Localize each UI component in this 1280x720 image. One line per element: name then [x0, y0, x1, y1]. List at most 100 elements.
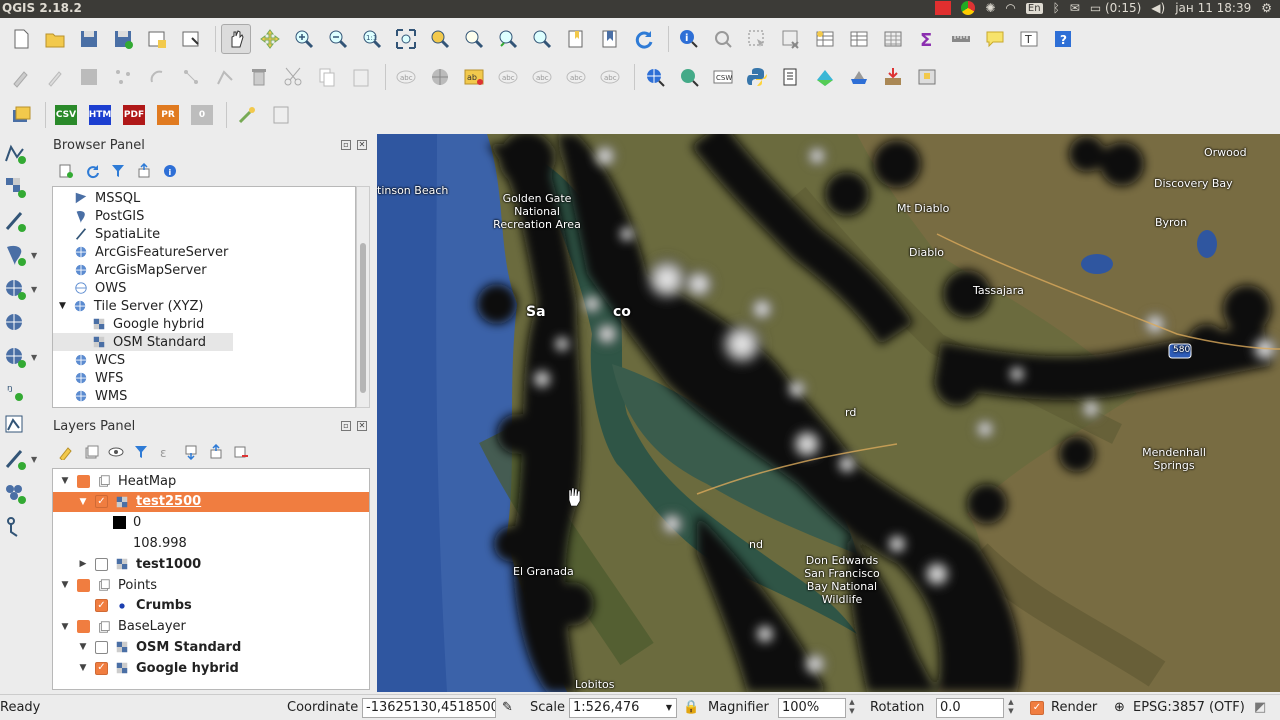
layer-group-row[interactable]: ▼ BaseLayer	[53, 617, 369, 637]
add-selected-layers-icon[interactable]	[58, 163, 74, 179]
export-pr-button[interactable]: PR	[153, 100, 183, 130]
lock-scale-icon[interactable]: 🔒	[683, 700, 699, 715]
zoom-full-icon[interactable]	[391, 24, 421, 54]
layer-row[interactable]: ▼ Google hybrid	[53, 658, 369, 678]
composer-manager-icon[interactable]	[176, 24, 206, 54]
float-panel-button[interactable]: ▫	[341, 140, 351, 150]
vertex-tool-icon[interactable]	[210, 62, 240, 92]
mail-icon[interactable]: ✉	[1070, 1, 1080, 15]
coordinate-field[interactable]: -13625130,4518500	[362, 698, 496, 718]
browser-item[interactable]: OWS	[61, 279, 126, 297]
browser-item[interactable]: MSSQL	[61, 189, 140, 207]
render-checkbox[interactable]	[1030, 699, 1044, 715]
browser-item[interactable]: ArcGisFeatureServer	[61, 243, 228, 261]
export-htm-button[interactable]: HTM	[85, 100, 115, 130]
identify-features-icon[interactable]: i	[674, 24, 704, 54]
expand-all-icon[interactable]	[183, 444, 199, 460]
properties-info-icon[interactable]: i	[162, 163, 178, 179]
add-wcs-layer-button[interactable]	[0, 306, 44, 340]
tools-icon[interactable]	[232, 100, 262, 130]
statistics-icon[interactable]	[878, 24, 908, 54]
text-annotation-icon[interactable]: T	[1014, 24, 1044, 54]
collapse-all-icon[interactable]	[136, 163, 152, 179]
map-canvas[interactable]: tinson Beach Golden Gate National Recreat…	[377, 134, 1280, 692]
collapsed-arrow-icon[interactable]: ▶	[77, 559, 89, 569]
paste-icon[interactable]	[346, 62, 376, 92]
volume-icon[interactable]: ◀)	[1151, 1, 1165, 15]
magnifier-field[interactable]: 100%	[778, 698, 846, 718]
expand-arrow-icon[interactable]: ▼	[77, 663, 89, 673]
power-icon[interactable]: ⚙	[1261, 1, 1272, 15]
group-visibility-checkbox[interactable]	[77, 474, 90, 488]
expand-arrow-icon[interactable]: ▼	[59, 301, 66, 311]
filter-legend-icon[interactable]	[133, 444, 149, 460]
rotation-field[interactable]: 0.0	[936, 698, 1004, 718]
add-wms-layer-button[interactable]: ▼	[0, 272, 44, 306]
open-attribute-table-icon[interactable]	[810, 24, 840, 54]
pan-to-selection-icon[interactable]	[255, 24, 285, 54]
osm-plugin-icon[interactable]	[844, 62, 874, 92]
export-csv-button[interactable]: CSV	[51, 100, 81, 130]
table-tools-icon[interactable]	[266, 100, 296, 130]
layer-tools-icon[interactable]	[6, 100, 36, 130]
rotate-label-icon[interactable]: abc	[561, 62, 591, 92]
keyboard-layout-indicator[interactable]: En	[1025, 2, 1043, 14]
battery-indicator[interactable]: ▭ (0:15)	[1090, 1, 1141, 15]
zero-button[interactable]: 0	[187, 100, 217, 130]
extents-toggle-icon[interactable]: ✎	[502, 700, 513, 715]
annotation-icon[interactable]	[980, 24, 1010, 54]
zoom-native-icon[interactable]: 1:1	[357, 24, 387, 54]
bluetooth-icon[interactable]: ᛒ	[1053, 1, 1060, 15]
browser-item[interactable]: ArcGisMapServer	[61, 261, 207, 279]
expand-arrow-icon[interactable]: ▼	[59, 476, 71, 486]
filter-browser-icon[interactable]	[110, 163, 126, 179]
manage-visibility-icon[interactable]	[108, 444, 124, 460]
zoom-to-layer-icon[interactable]	[425, 24, 455, 54]
browser-scrollbar[interactable]	[356, 186, 370, 408]
rotation-spinner[interactable]: ▲ ▼	[1005, 698, 1017, 718]
wifi-icon[interactable]: ◠	[1005, 1, 1015, 15]
add-postgis-layer-button[interactable]: ▼	[0, 238, 44, 272]
browser-item[interactable]: WCS	[61, 351, 125, 369]
collapse-all-layers-icon[interactable]	[208, 444, 224, 460]
layer-group-row[interactable]: ▼ HeatMap	[53, 471, 369, 491]
show-bookmarks-icon[interactable]	[595, 24, 625, 54]
expand-arrow-icon[interactable]: ▼	[77, 642, 89, 652]
cut-icon[interactable]	[278, 62, 308, 92]
run-action-icon[interactable]	[708, 24, 738, 54]
browser-item[interactable]: SpatiaLite	[61, 225, 160, 243]
plugin-manager-icon[interactable]	[776, 62, 806, 92]
csw-icon[interactable]: CSW	[708, 62, 738, 92]
layer-group-row[interactable]: ▼ Points	[53, 575, 369, 595]
add-virtual-layer-button[interactable]: ▼	[0, 442, 44, 476]
crs-globe-icon[interactable]: ⊕	[1114, 700, 1125, 715]
recording-icon[interactable]	[935, 1, 952, 15]
measure-icon[interactable]	[946, 24, 976, 54]
group-visibility-checkbox[interactable]	[77, 620, 90, 634]
scrollbar-thumb[interactable]	[360, 243, 366, 393]
move-label-icon[interactable]: abc	[527, 62, 557, 92]
expand-arrow-icon[interactable]: ▼	[59, 622, 71, 632]
settings-gear-icon[interactable]: ✺	[985, 1, 995, 15]
field-calculator-icon[interactable]	[844, 24, 874, 54]
layer-row[interactable]: ▼ test2500	[53, 491, 369, 512]
python-console-icon[interactable]	[742, 62, 772, 92]
deselect-features-icon[interactable]	[776, 24, 806, 54]
chrome-icon[interactable]	[961, 1, 976, 15]
open-project-icon[interactable]	[40, 24, 70, 54]
browser-item[interactable]: WFS	[61, 369, 123, 387]
browser-item[interactable]: WMS	[61, 387, 127, 405]
globe-style-icon[interactable]	[425, 62, 455, 92]
install-plugin-icon[interactable]	[878, 62, 908, 92]
layer-visibility-checkbox[interactable]	[95, 599, 108, 613]
save-as-icon[interactable]	[108, 24, 138, 54]
magnifier-spinner[interactable]: ▲ ▼	[846, 698, 858, 718]
change-label-icon[interactable]: abc	[595, 62, 625, 92]
layer-visibility-checkbox[interactable]	[95, 557, 108, 571]
add-group-icon[interactable]	[83, 444, 99, 460]
group-visibility-checkbox[interactable]	[77, 578, 90, 592]
pan-map-icon[interactable]	[221, 24, 251, 54]
current-edits-icon[interactable]	[6, 62, 36, 92]
label-icon[interactable]: abc	[391, 62, 421, 92]
close-panel-button[interactable]: ✕	[357, 421, 367, 431]
